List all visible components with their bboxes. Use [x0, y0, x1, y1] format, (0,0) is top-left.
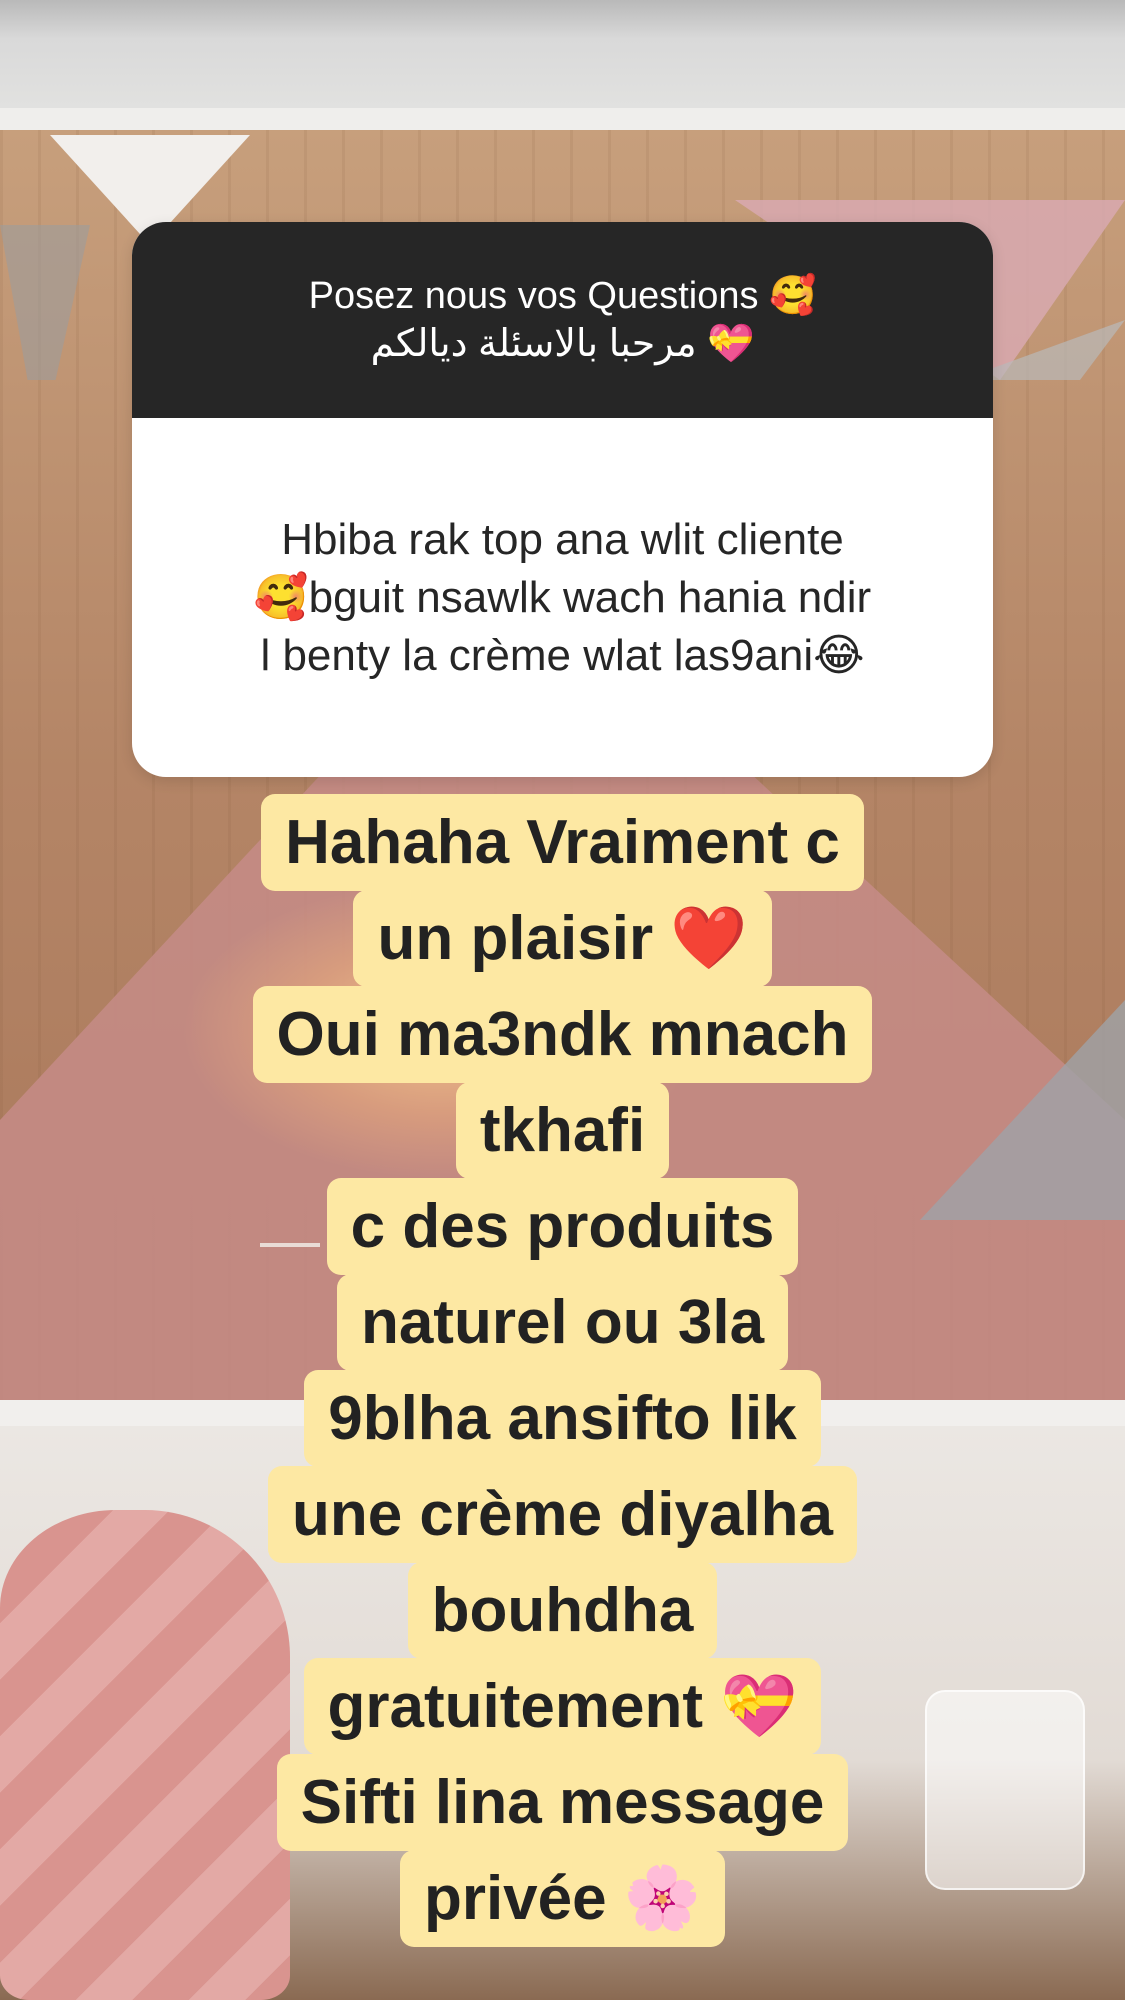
answer-line: Sifti lina message — [276, 1754, 849, 1851]
answer-line: tkhafi — [455, 1082, 670, 1179]
question-sticker[interactable]: Posez nous vos Questions 🥰 مرحبا بالاسئل… — [132, 222, 993, 777]
question-sticker-title: Posez nous vos Questions 🥰 — [308, 275, 817, 317]
question-line: 🥰bguit nsawlk wach hania ndir — [253, 572, 872, 622]
answer-line: bouhdha — [407, 1562, 718, 1659]
answer-line: gratuitement 💝 — [303, 1658, 822, 1755]
question-sticker-title-arabic: مرحبا بالاسئلة ديالكم 💝 — [370, 323, 755, 365]
answer-line: Oui ma3ndk mnach — [252, 986, 873, 1083]
answer-line: une crème diyalha — [267, 1466, 858, 1563]
background-shelf — [0, 108, 1125, 132]
answer-line: un plaisir ❤️ — [353, 890, 772, 987]
question-sticker-header: Posez nous vos Questions 🥰 مرحبا بالاسئل… — [132, 222, 993, 418]
question-line: l benty la crème wlat las9ani😂 — [260, 630, 865, 680]
answer-line: naturel ou 3la — [336, 1274, 789, 1371]
answer-text: Hahaha Vraiment c un plaisir ❤️ Oui ma3n… — [0, 794, 1125, 1947]
answer-line: c des produits — [326, 1178, 799, 1275]
answer-line: 9blha ansifto lik — [304, 1370, 821, 1467]
answer-line: privée 🌸 — [399, 1850, 726, 1947]
question-line: Hbiba rak top ana wlit cliente — [281, 514, 844, 564]
question-text: Hbiba rak top ana wlit cliente 🥰bguit ns… — [132, 418, 993, 777]
answer-line: Hahaha Vraiment c — [261, 794, 864, 891]
story-canvas: Posez nous vos Questions 🥰 مرحبا بالاسئل… — [0, 0, 1125, 2000]
